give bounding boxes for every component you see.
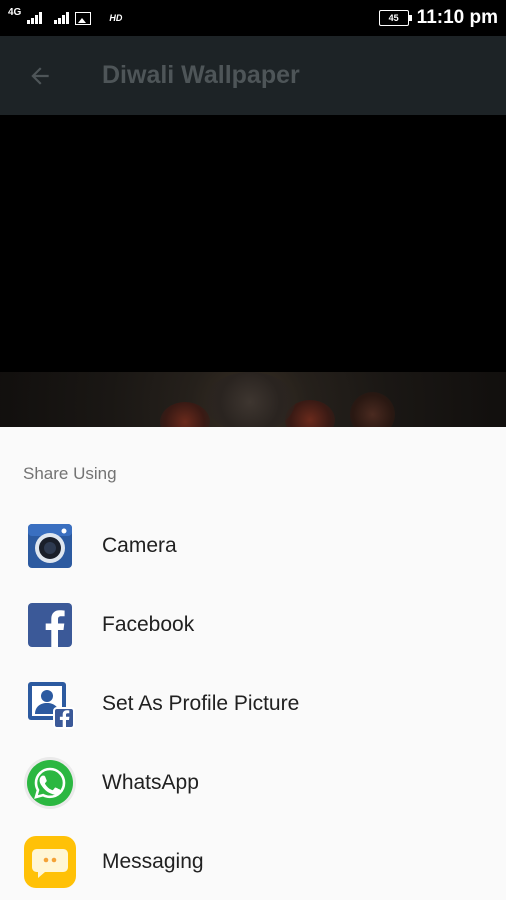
facebook-icon	[22, 597, 78, 653]
share-sheet-title: Share Using	[23, 464, 117, 483]
status-left: 4G HD	[8, 8, 123, 25]
clock: 11:10 pm	[416, 7, 498, 28]
share-item-messaging[interactable]: Messaging	[0, 823, 506, 900]
share-item-camera[interactable]: Camera	[0, 507, 506, 585]
back-button[interactable]	[0, 36, 80, 115]
app-bar: Diwali Wallpaper	[0, 36, 506, 115]
signal-strength-icon-2	[54, 12, 70, 24]
back-arrow-icon	[31, 66, 49, 85]
page-title: Diwali Wallpaper	[102, 61, 300, 89]
signal-strength-icon	[27, 12, 43, 24]
battery-icon: 45	[378, 10, 412, 26]
share-item-label: Facebook	[102, 613, 195, 636]
wallpaper-preview	[0, 115, 506, 427]
share-sheet: Share Using Camera Facebook Set As Profi…	[0, 427, 506, 900]
messaging-icon	[22, 834, 78, 890]
share-item-label: Set As Profile Picture	[102, 692, 300, 715]
hd-voice-icon: HD	[109, 13, 123, 23]
share-item-label: Messaging	[102, 850, 204, 873]
share-item-label: WhatsApp	[102, 771, 199, 794]
profile-picture-icon	[22, 676, 78, 732]
gallery-notification-icon	[75, 11, 92, 25]
wallpaper-image	[0, 372, 506, 427]
whatsapp-icon	[22, 755, 78, 811]
network-type-label: 4G	[8, 7, 22, 18]
share-item-profile-picture[interactable]: Set As Profile Picture	[0, 665, 506, 743]
status-bar: 4G HD 45 11:10 pm	[0, 0, 506, 36]
camera-icon	[22, 518, 78, 574]
share-item-whatsapp[interactable]: WhatsApp	[0, 744, 506, 822]
share-item-label: Camera	[102, 534, 177, 557]
status-right: 45 11:10 pm	[378, 7, 498, 29]
share-item-facebook[interactable]: Facebook	[0, 586, 506, 664]
